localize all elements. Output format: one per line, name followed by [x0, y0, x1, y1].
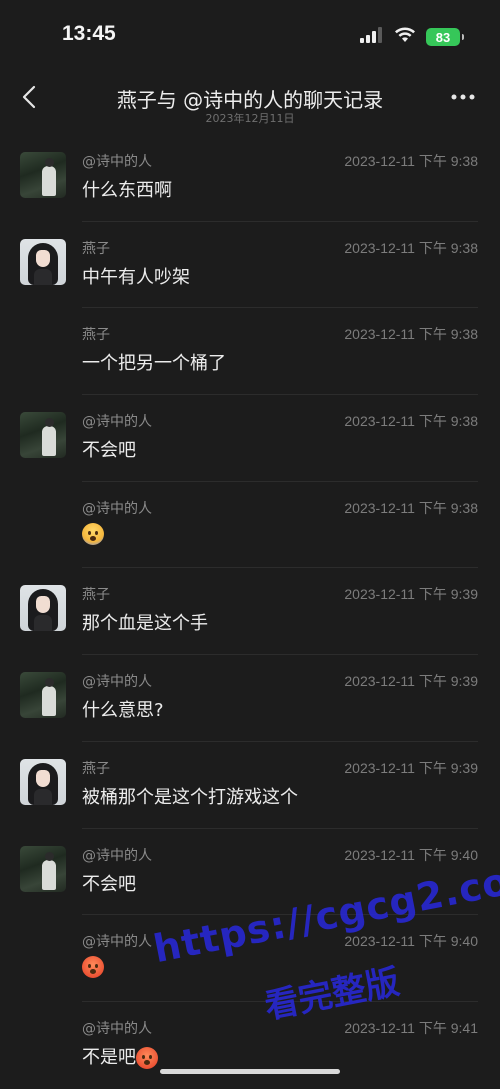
sender-name: 燕子 — [82, 327, 110, 344]
avatar-yanzi[interactable] — [20, 238, 66, 285]
avatar-poet[interactable] — [20, 152, 66, 198]
message-text-content: 不是吧 — [82, 1046, 136, 1068]
sender-name: @诗中的人 — [82, 847, 152, 864]
message-row[interactable]: @诗中的人 2023-12-11 下午 9:39 什么意思? — [0, 655, 500, 742]
message-time: 2023-12-11 下午 9:41 — [344, 1019, 478, 1036]
message-text: 不是吧 — [82, 1043, 158, 1069]
message-list: @诗中的人 2023-12-11 下午 9:38 什么东西啊 燕子 2023-1… — [0, 135, 500, 1089]
message-row[interactable]: 燕子 2023-12-11 下午 9:39 被桶那个是这个打游戏这个 — [0, 742, 500, 829]
message-time: 2023-12-11 下午 9:39 — [344, 586, 478, 603]
angry-face-emoji-icon — [82, 956, 104, 979]
message-time: 2023-12-11 下午 9:38 — [344, 239, 478, 256]
sender-name: @诗中的人 — [82, 154, 152, 170]
avatar-poet[interactable] — [20, 412, 66, 459]
message-text: 被桶那个是这个打游戏这个 — [82, 786, 298, 808]
wifi-icon — [394, 27, 416, 47]
message-time: 2023-12-11 下午 9:38 — [344, 413, 478, 430]
message-time: 2023-12-11 下午 9:38 — [344, 326, 478, 343]
message-text: 那个血是这个手 — [82, 613, 208, 635]
message-time: 2023-12-11 下午 9:40 — [344, 846, 478, 863]
message-row[interactable]: 燕子 2023-12-11 下午 9:38 一个把另一个桶了 — [0, 308, 500, 396]
home-indicator[interactable] — [160, 1069, 340, 1074]
avatar-yanzi[interactable] — [20, 585, 66, 632]
message-text: 不会吧 — [82, 873, 136, 895]
message-text: 什么东西啊 — [82, 180, 172, 201]
avatar-poet[interactable] — [20, 845, 66, 892]
angry-face-emoji-icon — [136, 1046, 158, 1069]
message-row[interactable]: @诗中的人 2023-12-11 下午 9:40 不会吧 — [0, 829, 500, 916]
sender-name: @诗中的人 — [82, 414, 152, 431]
signal-icon — [360, 27, 384, 47]
sender-name: 燕子 — [82, 587, 110, 604]
sender-name: @诗中的人 — [82, 1020, 152, 1037]
message-time: 2023-12-11 下午 9:39 — [344, 759, 478, 776]
message-time: 2023-12-11 下午 9:38 — [344, 153, 478, 169]
page-title: 燕子与 @诗中的人的聊天记录 — [116, 88, 384, 112]
message-row[interactable]: @诗中的人 2023-12-11 下午 9:38 什么东西啊 — [0, 135, 500, 222]
sender-name: 燕子 — [82, 240, 110, 257]
message-time: 2023-12-11 下午 9:39 — [344, 673, 478, 690]
battery-icon: 83 — [426, 28, 464, 46]
message-row[interactable]: 燕子 2023-12-11 下午 9:39 那个血是这个手 — [0, 568, 500, 656]
page-subtitle-date: 2023年12月11日 — [205, 112, 295, 125]
sender-name: 燕子 — [82, 760, 110, 777]
message-text — [82, 522, 104, 545]
sender-name: @诗中的人 — [82, 674, 152, 691]
avatar-yanzi[interactable] — [20, 758, 66, 805]
message-text: 中午有人吵架 — [82, 266, 190, 288]
message-time: 2023-12-11 下午 9:40 — [344, 933, 478, 950]
message-text: 一个把另一个桶了 — [82, 353, 226, 375]
message-row[interactable]: @诗中的人 2023-12-11 下午 9:38 不会吧 — [0, 395, 500, 482]
more-dots-icon[interactable] — [448, 84, 478, 110]
status-icons: 83 — [360, 27, 464, 47]
message-row[interactable]: 燕子 2023-12-11 下午 9:38 中午有人吵架 — [0, 222, 500, 309]
message-text — [82, 956, 104, 979]
scream-face-emoji-icon — [82, 522, 104, 545]
status-bar: 13:45 83 — [0, 0, 500, 74]
nav-bar: 燕子与 @诗中的人的聊天记录 2023年12月11日 — [0, 74, 500, 130]
message-row[interactable]: @诗中的人 2023-12-11 下午 9:41 不是吧 — [0, 1002, 500, 1089]
sender-name: @诗中的人 — [82, 500, 152, 517]
message-row[interactable]: @诗中的人 2023-12-11 下午 9:38 — [0, 482, 500, 569]
message-time: 2023-12-11 下午 9:38 — [344, 499, 478, 516]
status-time: 13:45 — [62, 22, 116, 45]
sender-name: @诗中的人 — [82, 934, 152, 951]
message-text: 不会吧 — [82, 440, 136, 462]
avatar-poet[interactable] — [20, 672, 66, 719]
message-row[interactable]: @诗中的人 2023-12-11 下午 9:40 — [0, 915, 500, 1002]
message-text: 什么意思? — [82, 700, 164, 722]
